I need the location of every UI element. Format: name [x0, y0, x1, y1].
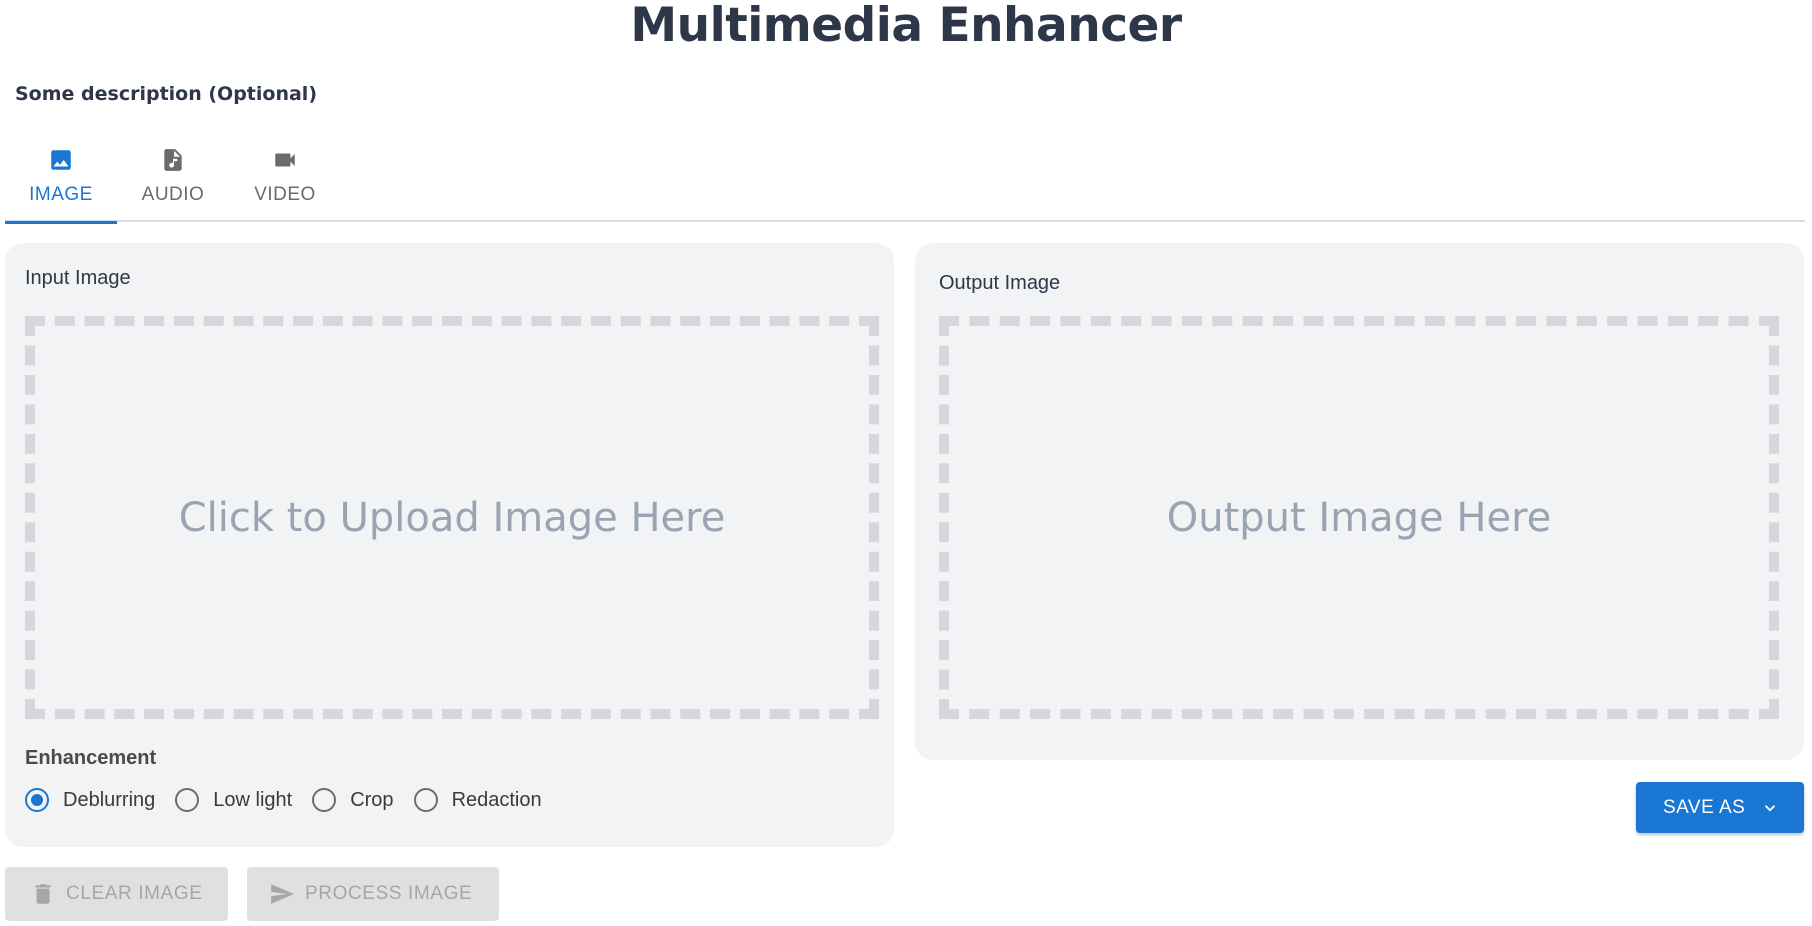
radio-option-crop[interactable]: Crop	[312, 788, 394, 812]
save-as-label: SAVE AS	[1663, 796, 1746, 818]
input-panel: Input Image Click to Upload Image Here E…	[5, 243, 894, 847]
radio-label-crop: Crop	[350, 788, 394, 811]
output-placeholder-text: Output Image Here	[1166, 494, 1552, 541]
radio-label-redaction: Redaction	[451, 788, 542, 811]
tab-image[interactable]: IMAGE	[5, 138, 117, 224]
output-panel: Output Image Output Image Here	[915, 243, 1804, 760]
page-title: Multimedia Enhancer	[630, 0, 1182, 53]
videocam-icon	[275, 153, 295, 167]
radio-button-deblurring[interactable]	[25, 788, 49, 812]
tab-image-label: IMAGE	[29, 184, 93, 205]
radio-option-redaction[interactable]: Redaction	[413, 788, 542, 812]
media-tabs: IMAGE AUDIO VIDEO	[5, 138, 1805, 224]
process-image-button[interactable]: PROCESS IMAGE	[247, 867, 499, 921]
image-upload-dropzone[interactable]: Click to Upload Image Here	[25, 316, 879, 719]
page-description: Some description (Optional)	[15, 83, 317, 105]
tab-video[interactable]: VIDEO	[229, 138, 341, 222]
chevron-down-icon	[1765, 804, 1776, 812]
radio-option-deblurring[interactable]: Deblurring	[25, 788, 155, 812]
radio-button-redaction[interactable]	[413, 788, 438, 812]
input-panel-label: Input Image	[25, 267, 131, 289]
clear-image-label: CLEAR IMAGE	[66, 883, 203, 904]
trash-icon	[35, 884, 51, 904]
enhancement-radio-group: Deblurring Low light Crop Redaction	[25, 788, 562, 812]
tab-audio-label: AUDIO	[141, 184, 205, 205]
radio-label-low-light: Low light	[213, 788, 293, 811]
send-icon	[271, 884, 294, 904]
radio-button-crop[interactable]	[312, 788, 337, 812]
audio-file-icon	[164, 149, 182, 171]
upload-prompt-text: Click to Upload Image Here	[178, 494, 726, 541]
output-image-area: Output Image Here	[939, 316, 1779, 719]
save-as-button[interactable]: SAVE AS	[1636, 782, 1804, 833]
radio-option-low-light[interactable]: Low light	[175, 788, 292, 812]
radio-button-low-light[interactable]	[175, 788, 200, 812]
output-panel-label: Output Image	[939, 272, 1061, 294]
process-image-label: PROCESS IMAGE	[305, 883, 473, 904]
image-icon	[51, 150, 71, 170]
tab-video-label: VIDEO	[254, 184, 316, 205]
enhancement-label: Enhancement	[25, 747, 157, 769]
radio-label-deblurring: Deblurring	[63, 788, 156, 811]
clear-image-button[interactable]: CLEAR IMAGE	[5, 867, 228, 921]
tab-audio[interactable]: AUDIO	[117, 138, 229, 222]
